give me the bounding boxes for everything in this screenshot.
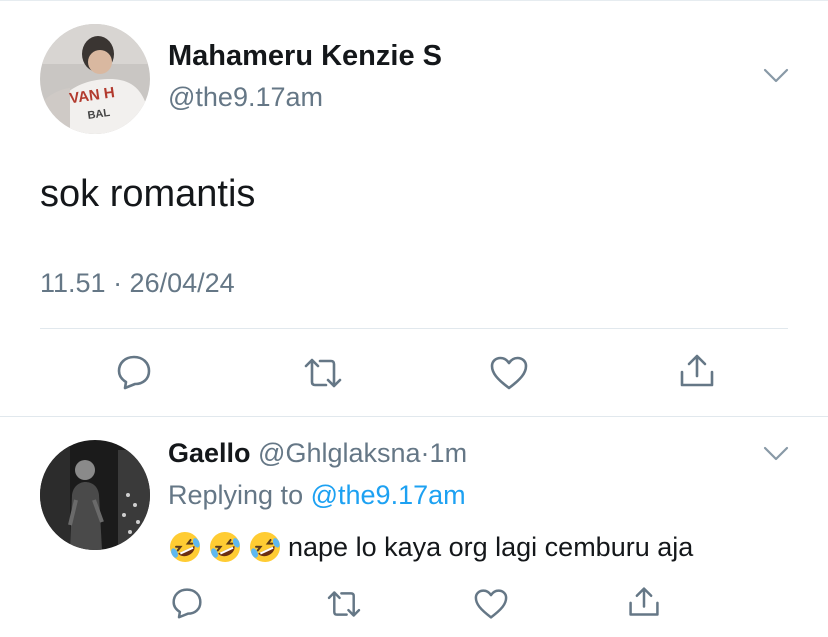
reply-author-avatar[interactable] bbox=[40, 440, 150, 550]
replying-to: Replying to @the9.17am bbox=[168, 480, 466, 511]
reply-header: Gaello @Ghlglaksna·1m bbox=[168, 438, 467, 469]
tweet-divider bbox=[0, 416, 828, 417]
chevron-down-icon[interactable] bbox=[763, 67, 789, 85]
like-icon[interactable] bbox=[489, 355, 529, 391]
share-icon[interactable] bbox=[678, 352, 716, 390]
replying-to-handle[interactable]: @the9.17am bbox=[311, 480, 466, 510]
rofl-emoji bbox=[168, 530, 202, 564]
reply-text-row: nape lo kaya org lagi cemburu aja bbox=[168, 530, 693, 564]
author-avatar[interactable]: VAN H BAL bbox=[40, 24, 150, 134]
chevron-down-icon[interactable] bbox=[763, 445, 789, 463]
reply-icon[interactable] bbox=[170, 587, 204, 619]
top-border bbox=[0, 0, 828, 1]
author-handle[interactable]: @the9.17am bbox=[168, 82, 323, 113]
retweet-icon[interactable] bbox=[302, 356, 344, 390]
divider bbox=[40, 328, 788, 329]
rofl-emoji bbox=[248, 530, 282, 564]
retweet-icon[interactable] bbox=[325, 589, 363, 619]
reply-icon[interactable] bbox=[115, 354, 153, 390]
reply-time[interactable]: 1m bbox=[430, 438, 468, 468]
rofl-emoji bbox=[208, 530, 242, 564]
reply-author-handle[interactable]: @Ghlglaksna bbox=[258, 438, 421, 468]
replying-to-label: Replying to bbox=[168, 480, 304, 510]
tweet-timestamp[interactable]: 11.51 · 26/04/24 bbox=[40, 268, 235, 299]
tweet-text: sok romantis bbox=[40, 173, 256, 215]
reply-author-name[interactable]: Gaello bbox=[168, 438, 251, 468]
author-name[interactable]: Mahameru Kenzie S bbox=[168, 40, 442, 73]
reply-text: nape lo kaya org lagi cemburu aja bbox=[288, 531, 694, 562]
like-icon[interactable] bbox=[473, 588, 509, 620]
share-icon[interactable] bbox=[627, 585, 661, 619]
reply-separator: · bbox=[420, 438, 430, 468]
